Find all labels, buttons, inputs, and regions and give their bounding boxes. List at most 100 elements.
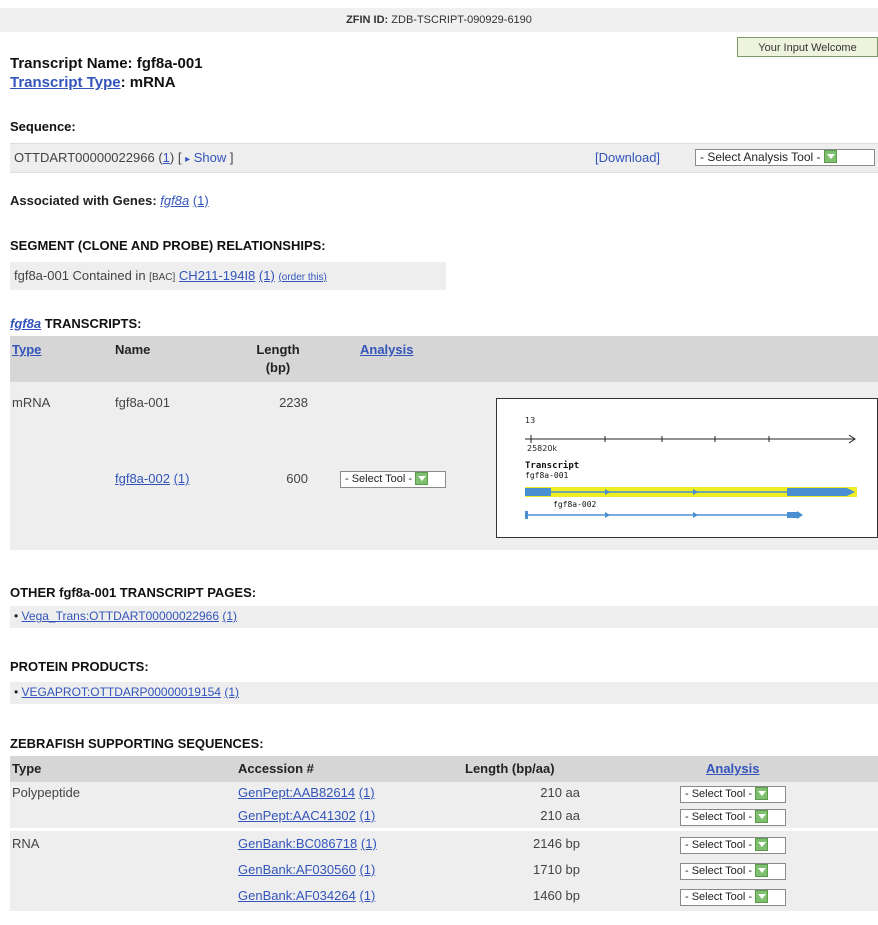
accession-link[interactable]: GenBank:BC086718: [238, 836, 357, 851]
associated-genes: Associated with Genes: fgf8a (1): [10, 193, 209, 208]
show-arrow-icon[interactable]: ▸: [185, 154, 190, 165]
col-type: Type: [12, 761, 42, 776]
transcript-row-name-link-cell: fgf8a-002 (1): [115, 471, 189, 486]
accession-link[interactable]: GenPept:AAC41302: [238, 808, 356, 823]
dropdown-arrow-icon: [415, 471, 429, 485]
select-tool-dropdown[interactable]: - Select Tool -: [680, 786, 786, 803]
transcript-row-length-2: 600: [286, 471, 308, 486]
col-name: Name: [115, 342, 151, 357]
select-tool-dropdown[interactable]: - Select Tool -: [680, 863, 786, 880]
select-analysis-tool-dropdown[interactable]: - Select Analysis Tool -: [695, 149, 875, 166]
vega-trans-link[interactable]: Vega_Trans:OTTDART00000022966: [22, 609, 219, 623]
segment-text: fgf8a-001 Contained in: [14, 268, 146, 283]
select-tool-dropdown-transcript[interactable]: - Select Tool -: [340, 471, 446, 488]
row-accession: GenPept:AAB82614 (1): [238, 785, 375, 800]
transcript-1-exon: [525, 488, 551, 496]
table-row: RNA GenBank:BC086718 (1) 2146 bp - Selec…: [10, 832, 878, 858]
transcript-count-link[interactable]: (1): [174, 471, 190, 486]
vegaprot-link[interactable]: VEGAPROT:OTTDARP00000019154: [22, 685, 221, 699]
transcript-row-length: 2238: [279, 395, 308, 410]
table-row: GenBank:AF030560 (1) 1710 bp - Select To…: [10, 858, 878, 884]
row-accession: GenPept:AAC41302 (1): [238, 808, 375, 823]
transcript-name-heading: Transcript Name: fgf8a-001: [10, 55, 203, 72]
protein-heading: PROTEIN PRODUCTS:: [10, 659, 149, 674]
track-label: Transcript: [525, 460, 579, 471]
accession-count-link[interactable]: (1): [361, 836, 377, 851]
select-tool-label: - Select Tool -: [345, 473, 413, 485]
col-analysis-link[interactable]: Analysis: [706, 761, 759, 776]
bullet-icon: •: [14, 685, 19, 699]
accession-link[interactable]: GenBank:AF030560: [238, 862, 356, 877]
transcript-type-link[interactable]: Transcript Type: [10, 74, 121, 91]
dropdown-arrow-icon: [755, 837, 769, 851]
protein-row: • VEGAPROT:OTTDARP00000019154 (1): [10, 682, 878, 704]
supporting-table-body: Polypeptide GenPept:AAB82614 (1) 210 aa …: [10, 782, 878, 920]
zfin-id-label: ZFIN ID:: [346, 14, 389, 26]
transcripts-heading-text: TRANSCRIPTS:: [44, 316, 142, 331]
transcript-name-label: Transcript Name:: [10, 55, 133, 72]
sequence-count-close: ): [169, 150, 175, 165]
zfin-id-value: ZDB-TSCRIPT-090929-6190: [391, 14, 532, 26]
show-sequence-link[interactable]: Show: [194, 150, 227, 165]
show-close: ]: [229, 150, 234, 165]
col-length-bpaa: Length (bp/aa): [465, 761, 555, 776]
transcript-name-value: fgf8a-001: [136, 55, 203, 72]
row-type: RNA: [12, 836, 40, 851]
transcript-link-fgf8a-002[interactable]: fgf8a-002: [115, 471, 170, 486]
bac-label: [BAC]: [149, 272, 176, 283]
transcript-diagram[interactable]: 13 25820k Transcript fgf8a-001 fgf8a-002: [496, 398, 878, 538]
accession-link[interactable]: GenPept:AAB82614: [238, 785, 355, 800]
dropdown-arrow-icon: [755, 786, 769, 800]
dropdown-arrow-icon: [755, 889, 769, 903]
download-link[interactable]: [Download]: [595, 150, 660, 165]
table-row: GenPept:AAC41302 (1) 210 aa - Select Too…: [10, 805, 878, 828]
select-tool-dropdown[interactable]: - Select Tool -: [680, 809, 786, 826]
other-pages-row: • Vega_Trans:OTTDART00000022966 (1): [10, 606, 878, 628]
select-tool-dropdown[interactable]: - Select Tool -: [680, 837, 786, 854]
row-length: 1710 bp: [533, 862, 580, 877]
transcript-2-exon: [787, 512, 797, 518]
col-analysis-link[interactable]: Analysis: [360, 342, 413, 357]
clone-count-link[interactable]: (1): [259, 268, 275, 283]
accession-count-link[interactable]: (1): [359, 888, 375, 903]
accession-count-link[interactable]: (1): [359, 862, 375, 877]
vegaprot-count-link[interactable]: (1): [224, 685, 239, 699]
transcript-2-exon: [605, 512, 610, 518]
dropdown-arrow-icon: [755, 863, 769, 877]
dropdown-arrow-icon: [755, 809, 769, 823]
associated-genes-label: Associated with Genes:: [10, 193, 157, 208]
gene-link-fgf8a[interactable]: fgf8a: [160, 193, 189, 208]
col-accession: Accession #: [238, 761, 314, 776]
row-type: Polypeptide: [12, 785, 80, 800]
transcript-2-exon: [797, 511, 803, 519]
select-tool-label: - Select Tool -: [685, 839, 753, 851]
transcript-2-label: fgf8a-002: [553, 500, 597, 509]
select-analysis-tool-label: - Select Analysis Tool -: [700, 150, 821, 164]
vega-trans-count-link[interactable]: (1): [222, 609, 237, 623]
transcripts-heading: fgf8a TRANSCRIPTS:: [10, 316, 141, 331]
other-pages-heading: OTHER fgf8a-001 TRANSCRIPT PAGES:: [10, 585, 257, 600]
order-this-link[interactable]: (order this): [278, 272, 326, 283]
sequence-count-link[interactable]: 1: [163, 150, 170, 165]
accession-count-link[interactable]: (1): [359, 785, 375, 800]
sequence-id: OTTDART00000022966: [14, 150, 155, 165]
transcripts-gene-link[interactable]: fgf8a: [10, 316, 41, 331]
gene-count-link[interactable]: (1): [193, 193, 209, 208]
transcript-row-type: mRNA: [12, 395, 51, 410]
col-type-link[interactable]: Type: [12, 342, 41, 357]
select-tool-dropdown[interactable]: - Select Tool -: [680, 889, 786, 906]
transcript-type-value: mRNA: [129, 74, 176, 91]
coord-label: 25820k: [527, 444, 557, 453]
supporting-table-header: Type Accession # Length (bp/aa) Analysis: [10, 756, 878, 782]
your-input-welcome-button[interactable]: Your Input Welcome: [737, 37, 878, 57]
accession-link[interactable]: GenBank:AF034264: [238, 888, 356, 903]
transcript-type-sep: :: [120, 74, 126, 91]
show-open: [: [177, 150, 182, 165]
select-tool-label: - Select Tool -: [685, 891, 753, 903]
row-accession: GenBank:BC086718 (1): [238, 836, 377, 851]
sequence-row: OTTDART00000022966 (1) [ ▸ Show ] [Downl…: [10, 143, 878, 173]
clone-link[interactable]: CH211-194I8: [179, 268, 255, 283]
sequence-id-cell: OTTDART00000022966 (1) [ ▸ Show ]: [14, 150, 234, 165]
transcript-2-exon: [693, 512, 698, 518]
accession-count-link[interactable]: (1): [359, 808, 375, 823]
